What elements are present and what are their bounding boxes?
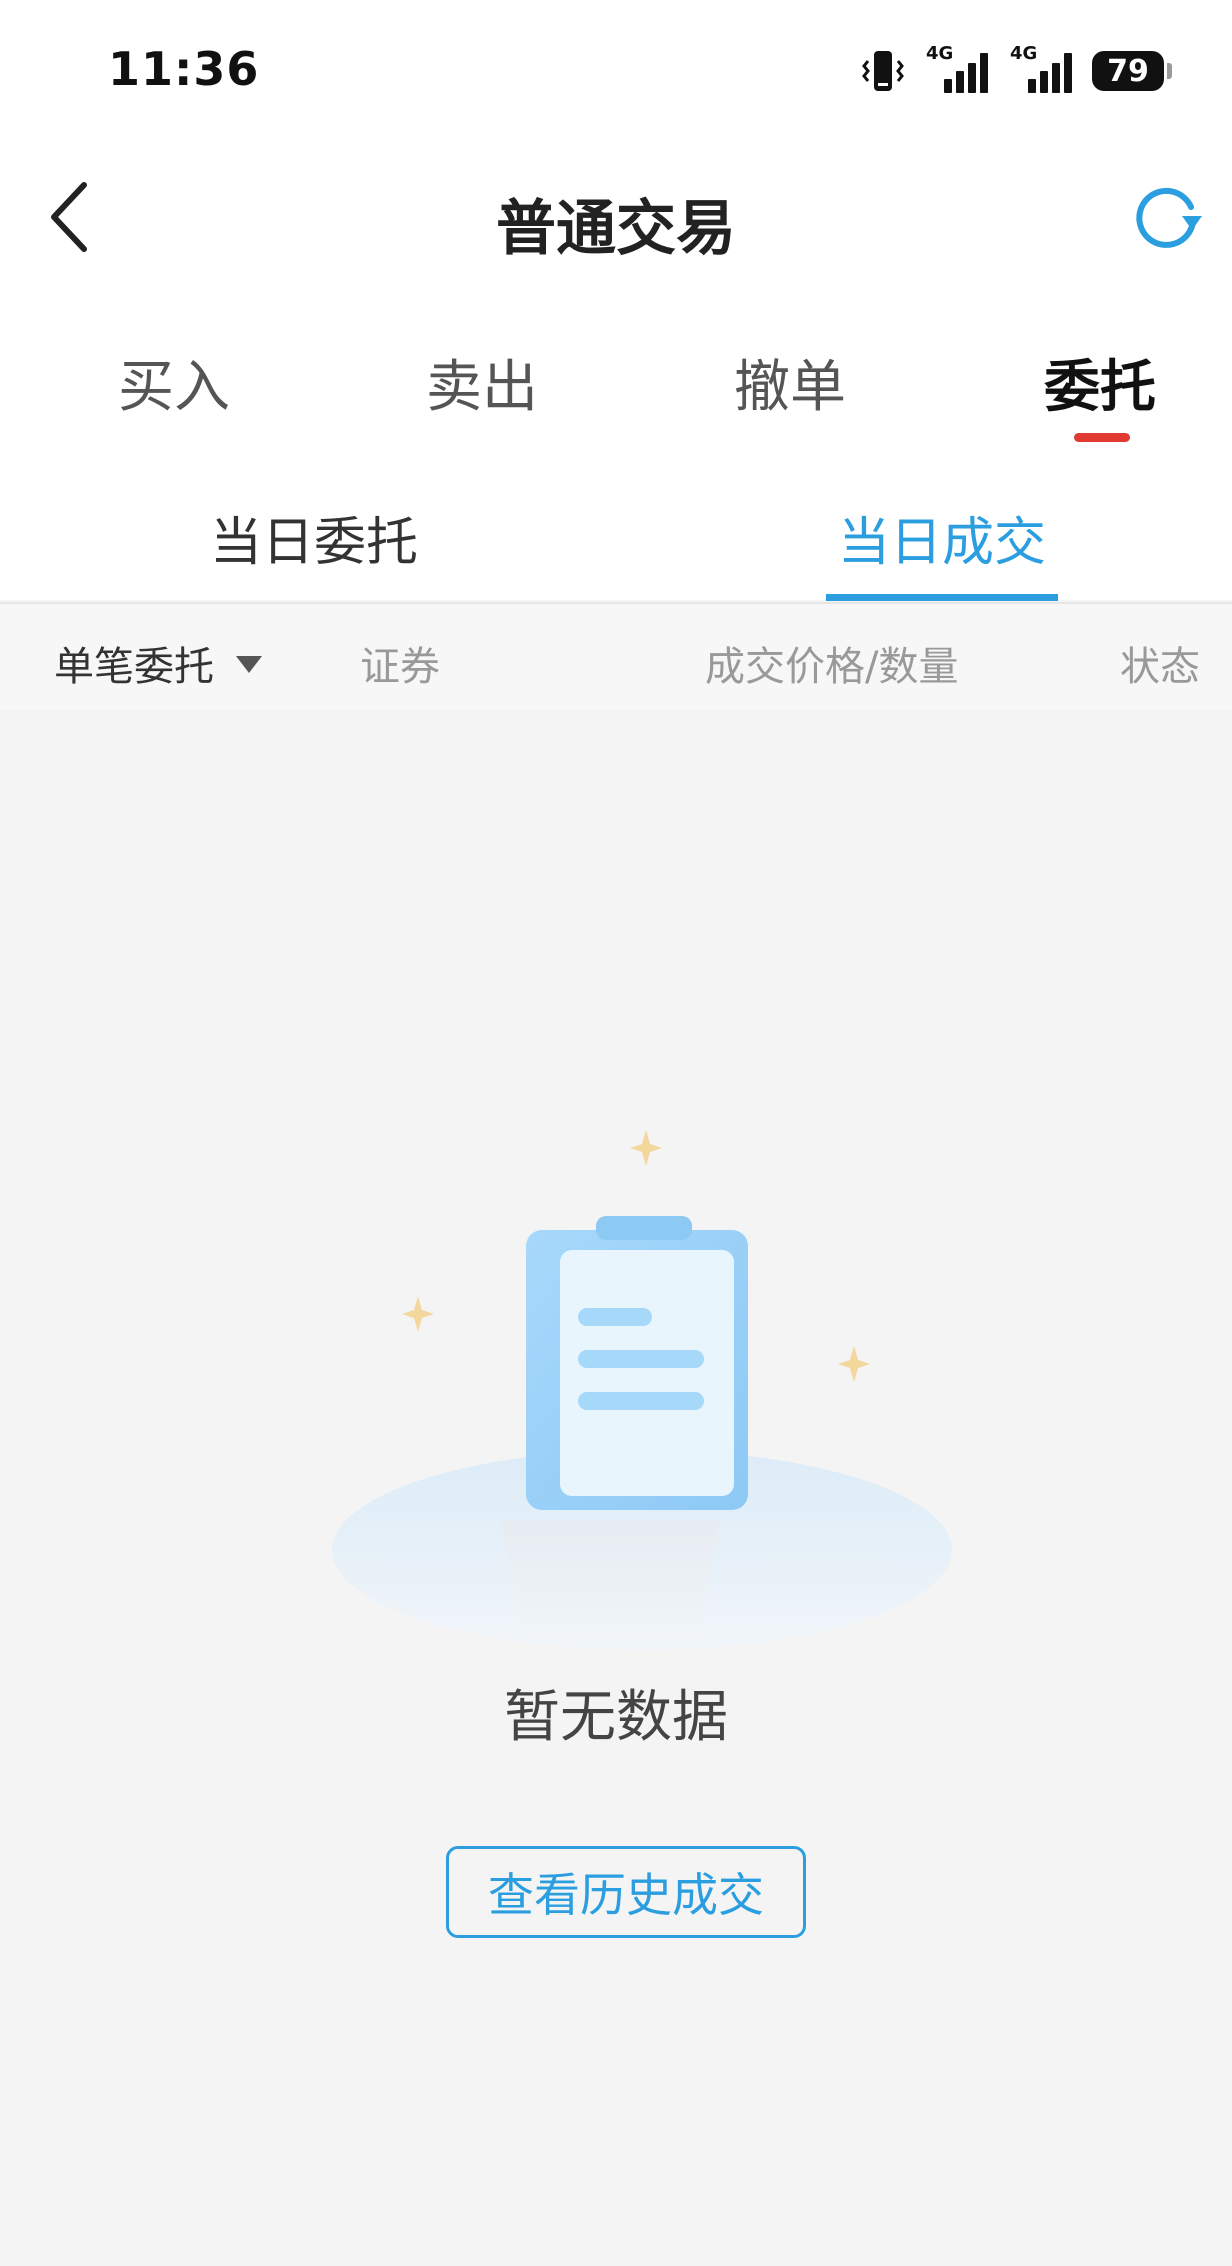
tab-today-trades[interactable]: 当日成交 <box>772 500 1112 575</box>
network-type-label: 4G <box>1010 43 1038 64</box>
tab-today-orders[interactable]: 当日委托 <box>144 500 484 575</box>
caret-down-icon <box>236 655 262 673</box>
network-type-label: 4G <box>926 43 954 64</box>
main-tab-indicator <box>1074 433 1130 442</box>
column-security: 证券 <box>360 644 440 690</box>
battery-level: 79 <box>1107 53 1149 89</box>
view-history-trades-button[interactable]: 查看历史成交 <box>446 1846 806 1938</box>
tab-sell[interactable]: 卖出 <box>382 342 582 423</box>
order-type-filter-label: 单笔委托 <box>54 644 214 690</box>
order-type-filter[interactable]: 单笔委托 <box>54 634 262 692</box>
status-bar: 11:36 4G 4G 79 <box>0 0 1232 120</box>
clipboard-icon <box>332 1130 952 1650</box>
page-title: 普通交易 <box>496 194 736 264</box>
battery-icon: 79 <box>1092 51 1172 91</box>
status-icons: 4G 4G 79 <box>860 43 1172 96</box>
tab-orders[interactable]: 委托 <box>1000 342 1200 423</box>
tab-cancel-order[interactable]: 撤单 <box>690 342 890 423</box>
column-price-quantity: 成交价格/数量 <box>705 644 959 690</box>
signal-icon: 4G <box>924 43 990 95</box>
vibrate-icon <box>862 51 904 91</box>
status-time: 11:36 <box>108 42 260 96</box>
table-header: 单笔委托 证券 成交价格/数量 状态 <box>0 604 1232 710</box>
tab-buy[interactable]: 买入 <box>74 342 274 423</box>
empty-state-message: 暂无数据 <box>504 1685 728 1750</box>
column-status: 状态 <box>1120 644 1200 690</box>
refresh-icon[interactable] <box>1128 180 1204 256</box>
sub-tab-indicator <box>826 594 1058 601</box>
signal-icon: 4G <box>1008 43 1074 95</box>
